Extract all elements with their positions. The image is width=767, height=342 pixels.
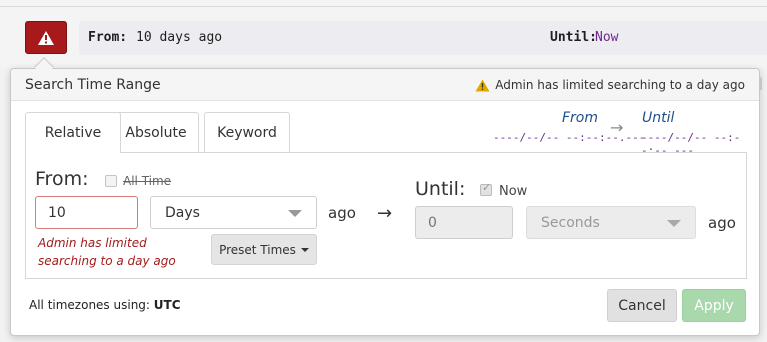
timezone-value: UTC	[153, 298, 181, 312]
search-time-range-popover: Search Time Range Admin has limited sear…	[10, 68, 760, 336]
chevron-down-icon	[667, 220, 681, 227]
from-label: From:	[35, 168, 89, 190]
now-label: Now	[499, 184, 528, 199]
time-range-bar: From: 10 days ago Until: Now	[0, 0, 767, 68]
tab-keyword[interactable]: Keyword	[204, 112, 290, 152]
timezone-note: All timezones using: UTC	[29, 298, 181, 312]
preview-until-label: Until	[642, 110, 675, 126]
tab-absolute[interactable]: Absolute	[113, 112, 199, 152]
until-ago-label: ago	[708, 214, 736, 232]
until-unit-value: Seconds	[541, 214, 600, 231]
scroll-edge-indicator: |	[759, 76, 764, 90]
summary-from-value: 10 days ago	[136, 30, 223, 45]
preview-from-value: ----/--/-- --:--:--.---	[493, 131, 646, 144]
from-error-message: Admin has limited searching to a day ago	[38, 236, 176, 268]
summary-until-label: Until:	[550, 30, 597, 45]
popover-header: Search Time Range Admin has limited sear…	[11, 69, 759, 101]
checkmark-icon: ✓	[482, 181, 492, 194]
summary-from-label: From:	[88, 30, 128, 45]
until-unit-select[interactable]: Seconds	[526, 206, 696, 239]
caret-down-icon	[300, 247, 309, 252]
all-time-label: All Time	[123, 174, 172, 188]
time-range-summary[interactable]: From: 10 days ago Until: Now	[79, 21, 767, 55]
from-amount-input[interactable]	[35, 196, 138, 229]
until-label: Until:	[415, 178, 466, 200]
range-arrow-icon: →	[377, 203, 393, 224]
timezone-prefix: All timezones using:	[29, 298, 150, 312]
preview-from-label: From	[562, 110, 599, 126]
preset-times-label: Preset Times	[219, 242, 296, 257]
from-unit-select[interactable]: Days	[150, 196, 317, 229]
admin-limit-warning: Admin has limited searching to a day ago	[475, 78, 745, 92]
warning-triangle-icon	[38, 30, 54, 45]
chevron-down-icon	[288, 210, 302, 217]
from-unit-value: Days	[165, 204, 200, 221]
until-amount-input[interactable]	[415, 206, 513, 239]
popover-title: Search Time Range	[25, 77, 161, 93]
divider	[0, 6, 767, 7]
summary-until-value: Now	[595, 30, 619, 45]
admin-limit-warning-text: Admin has limited searching to a day ago	[495, 78, 745, 92]
from-ago-label: ago	[328, 204, 356, 222]
warning-icon	[475, 79, 490, 91]
all-time-checkbox[interactable]	[105, 175, 117, 187]
preset-times-button[interactable]: Preset Times	[211, 234, 317, 265]
tab-relative[interactable]: Relative	[25, 112, 121, 153]
cancel-button[interactable]: Cancel	[607, 289, 677, 322]
time-range-warning-button[interactable]	[25, 21, 67, 54]
apply-button[interactable]: Apply	[682, 289, 746, 322]
